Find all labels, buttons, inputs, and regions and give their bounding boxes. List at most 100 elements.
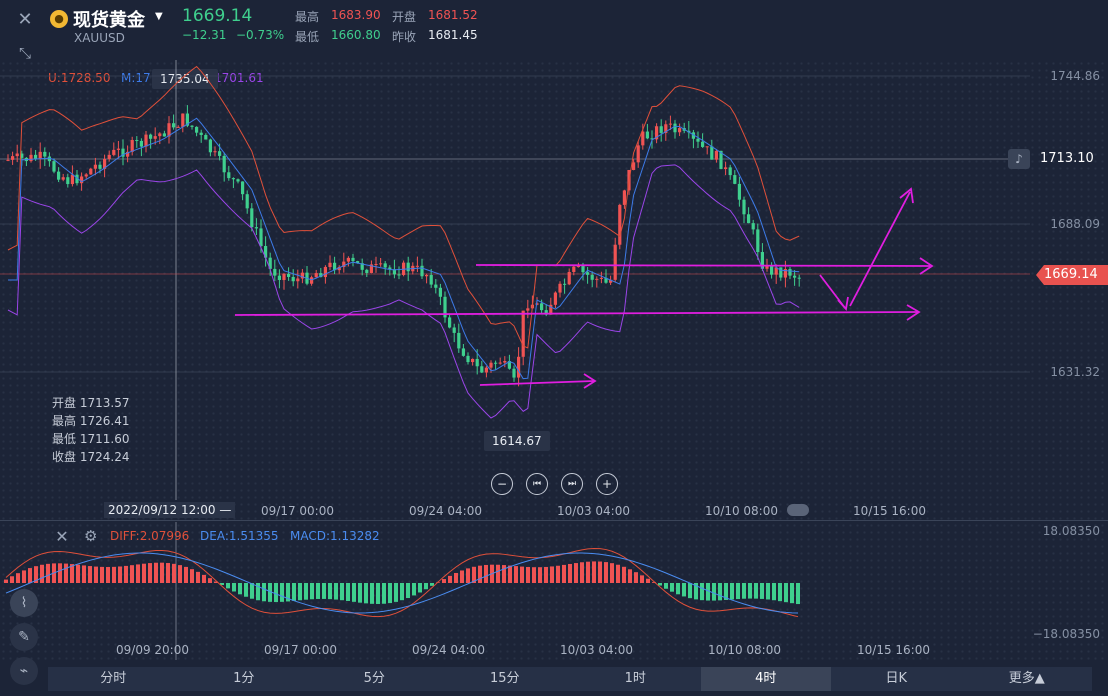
candle-body xyxy=(116,148,120,150)
candle-body xyxy=(158,133,162,137)
candle-body xyxy=(227,172,231,179)
macd-bar xyxy=(556,565,560,583)
indicator-tool-icon[interactable]: ⌇ xyxy=(10,589,38,617)
price-chart[interactable] xyxy=(0,60,1108,500)
macd-bar xyxy=(688,583,692,599)
candle-body xyxy=(668,123,672,125)
macd-bar xyxy=(166,563,170,583)
alert-bell-icon[interactable]: ♪ xyxy=(1008,149,1030,169)
candle-body xyxy=(351,257,355,262)
x-tick-3: 10/03 04:00 xyxy=(557,504,630,518)
candle-body xyxy=(84,174,88,177)
macd-bar xyxy=(520,566,524,583)
close-macd-icon[interactable]: ✕ xyxy=(48,522,76,550)
candle-body xyxy=(517,356,521,378)
macd-bar xyxy=(400,583,404,601)
candle-body xyxy=(742,199,746,215)
macd-bar xyxy=(604,562,608,583)
ohlc-open: 开盘 1713.57 xyxy=(52,396,130,410)
macd-bar xyxy=(664,583,668,589)
candle-body xyxy=(282,273,286,280)
macd-bar xyxy=(142,563,146,583)
candle-body xyxy=(245,194,249,209)
x-tick-1: 09/17 00:00 xyxy=(261,504,334,518)
candle-body xyxy=(291,276,295,282)
macd-bar xyxy=(148,563,152,583)
tab-timeshare[interactable]: 分时 xyxy=(48,667,179,691)
tab-5m[interactable]: 5分 xyxy=(309,667,440,691)
candle-body xyxy=(218,151,222,156)
toggle-icon[interactable] xyxy=(787,504,809,516)
macd-bar xyxy=(742,583,746,599)
scroll-end-button[interactable]: ⏭ xyxy=(561,473,583,495)
macd-bar xyxy=(784,583,788,603)
candle-body xyxy=(728,167,732,176)
candle-body xyxy=(429,275,433,285)
macd-bar xyxy=(274,583,278,603)
macd-bar xyxy=(412,583,416,596)
candle-body xyxy=(241,181,245,195)
macd-bar xyxy=(358,583,362,603)
macd-bar xyxy=(292,583,296,601)
candle-body xyxy=(195,126,199,133)
candle-body xyxy=(328,262,332,268)
macd-bar xyxy=(130,565,134,583)
candle-body xyxy=(797,277,801,279)
macd-bar xyxy=(568,563,572,583)
tab-more[interactable]: 更多▲ xyxy=(962,667,1093,691)
candle-body xyxy=(724,167,728,169)
candle-body xyxy=(498,362,502,364)
tab-1m[interactable]: 1分 xyxy=(179,667,310,691)
candle-body xyxy=(98,164,102,169)
candle-body xyxy=(714,150,718,160)
macd-chart[interactable] xyxy=(0,522,1108,662)
candle-body xyxy=(567,271,571,285)
macd-bar xyxy=(484,564,488,583)
candle-body xyxy=(70,174,74,185)
candle-body xyxy=(471,358,475,363)
y-tick-mid: 1688.09 xyxy=(1050,217,1100,231)
low-label: 最低 xyxy=(295,30,320,44)
zoom-in-button[interactable]: + xyxy=(596,473,618,495)
candle-body xyxy=(613,244,617,280)
y-tick-low: 1631.32 xyxy=(1050,365,1100,379)
macd-bar xyxy=(106,567,110,583)
candle-body xyxy=(632,162,636,170)
tab-4h[interactable]: 4时 xyxy=(700,667,831,691)
candle-body xyxy=(770,265,774,275)
candle-body xyxy=(678,128,682,133)
tab-1h[interactable]: 1时 xyxy=(570,667,701,691)
zoom-out-button[interactable]: − xyxy=(491,473,513,495)
symbol-dropdown-icon[interactable]: ▼ xyxy=(155,11,163,22)
candle-body xyxy=(494,362,498,364)
support-line xyxy=(234,311,919,316)
symbol-name[interactable]: 现货黄金 xyxy=(73,6,145,32)
macd-bar xyxy=(574,563,578,583)
candle-body xyxy=(231,178,235,180)
macd-bar xyxy=(754,583,758,599)
candle-body xyxy=(747,214,751,224)
diff-label: DIFF:2.07996 xyxy=(110,529,190,543)
timeframe-tabs: 分时 1分 5分 15分 1时 4时 日K 更多▲ xyxy=(48,667,1092,691)
candle-body xyxy=(181,113,185,127)
macd-bar xyxy=(178,565,182,583)
draw-pencil-icon[interactable]: ✎ xyxy=(10,623,38,651)
macd-bar xyxy=(46,563,50,583)
close-button[interactable]: ✕ xyxy=(11,5,39,33)
chart-type-icon[interactable]: ⌁ xyxy=(10,657,38,685)
candle-body xyxy=(346,257,350,262)
candle-body xyxy=(484,367,488,373)
tab-daily[interactable]: 日K xyxy=(831,667,962,691)
macd-bar xyxy=(202,574,206,583)
macd-bar xyxy=(514,566,518,583)
candle-body xyxy=(733,175,737,184)
tab-15m[interactable]: 15分 xyxy=(440,667,571,691)
scroll-start-button[interactable]: ⏮ xyxy=(526,473,548,495)
dea-label: DEA:1.51355 xyxy=(200,529,279,543)
macd-bar xyxy=(550,566,554,583)
macd-bar xyxy=(640,575,644,583)
candle-body xyxy=(788,269,792,276)
settings-gear-icon[interactable]: ⚙ xyxy=(84,527,97,545)
candle-body xyxy=(659,126,663,133)
macd-x-tick-4: 10/03 04:00 xyxy=(560,643,633,657)
